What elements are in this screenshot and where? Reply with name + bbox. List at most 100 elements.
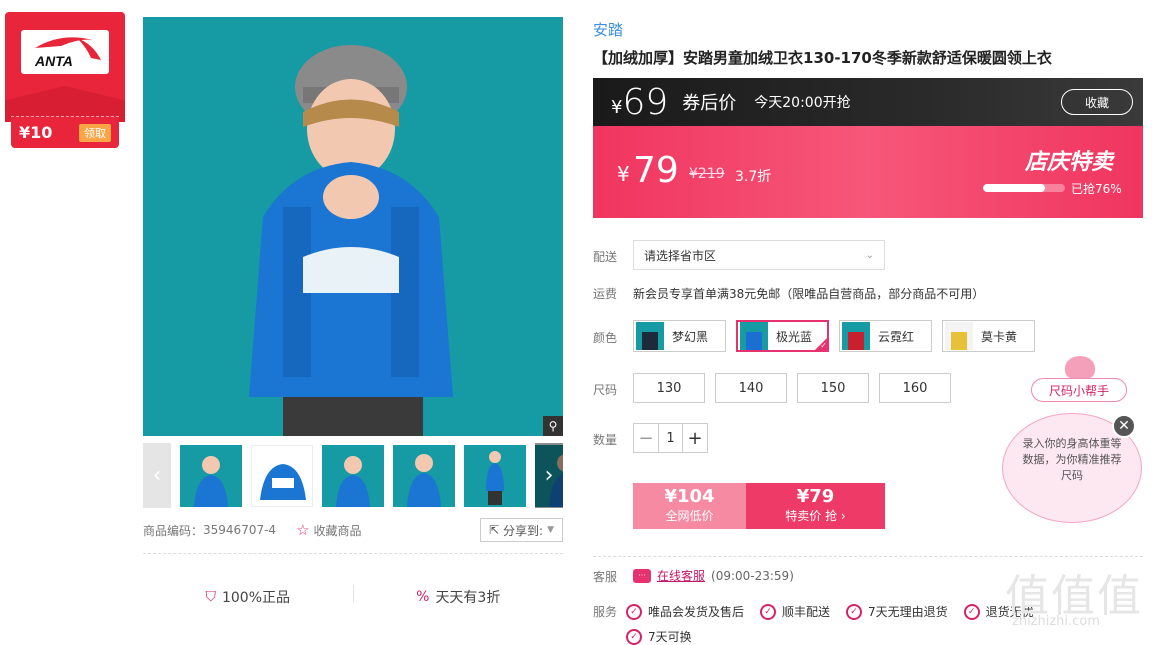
services-label: 服务 <box>593 605 618 619</box>
guarantee-bar: ⛉ 100%正品 % 天天有3折 <box>143 585 563 609</box>
delivery-label: 配送 <box>593 250 618 264</box>
coupon-price-label: 券后价 <box>682 93 737 114</box>
close-icon[interactable]: ✕ <box>1112 414 1136 438</box>
color-swatch <box>842 322 870 350</box>
color-name: 云霓红 <box>878 329 915 344</box>
coupon-price-banner: ¥ 69 券后价 今天20:00开抢 收藏 <box>593 78 1143 126</box>
service-item: ✓ 7天无理由退货 <box>846 603 948 620</box>
region-select[interactable]: 请选择省市区 ⌄ <box>633 240 885 270</box>
thumbnail-4[interactable] <box>393 444 455 507</box>
size-option-140[interactable]: 140 <box>715 373 787 403</box>
service-item-label: 7天无理由退货 <box>868 605 948 619</box>
color-name: 梦幻黑 <box>672 329 709 344</box>
size-helper-button[interactable]: 尺码小帮手 <box>1031 378 1127 402</box>
market-price-box: ¥104 全网低价 <box>633 483 746 529</box>
size-option-130[interactable]: 130 <box>633 373 705 403</box>
color-swatch <box>740 322 768 350</box>
brand-link[interactable]: 安踏 <box>593 19 623 40</box>
thumbnail-5[interactable] <box>464 444 526 507</box>
quantity-increase-button[interactable]: + <box>683 424 707 452</box>
share-icon: ⇱ <box>488 523 500 537</box>
service-label: 客服 <box>593 570 618 584</box>
sold-progress-fill <box>983 184 1046 192</box>
color-option-yellow[interactable]: 莫卡黄 <box>942 320 1035 352</box>
product-code: 35946707-4 <box>203 523 277 537</box>
check-circle-icon: ✓ <box>760 603 777 620</box>
watermark-url: zhizhizhi.com <box>1012 614 1100 629</box>
color-option-blue[interactable]: 极光蓝 ✓ <box>736 320 829 352</box>
coupon-bottom[interactable]: ¥10 领取 <box>11 116 119 148</box>
service-item-label: 唯品会发货及售后 <box>648 605 745 619</box>
customer-service: ··· 在线客服 (09:00-23:59) <box>633 567 794 584</box>
selected-check-icon: ✓ <box>814 337 828 351</box>
size-label: 尺码 <box>593 383 618 397</box>
sale-price-banner: ¥ 79 ¥219 3.7折 店庆特卖 已抢76% <box>593 126 1143 218</box>
main-product-image[interactable]: ⚲ <box>143 17 563 436</box>
favorite-label: 收藏商品 <box>313 523 362 538</box>
chevron-down-icon: ▼ <box>547 525 554 535</box>
thumbnail-strip: ‹ › <box>143 443 563 508</box>
thumb-next-button[interactable]: › <box>535 443 563 508</box>
thumbnail-2[interactable] <box>251 444 313 507</box>
shield-icon: ⛉ <box>205 589 216 605</box>
right-divider <box>593 556 1143 557</box>
buy-button-group: ¥104 全网低价 ¥79 特卖价 抢 › <box>633 483 885 529</box>
coupon-price: 69 <box>622 81 669 123</box>
product-title: 【加绒加厚】安踏男童加绒卫衣130-170冬季新款舒适保暖圆领上衣 <box>593 49 1052 67</box>
service-hours: (09:00-23:59) <box>711 568 794 583</box>
buy-now-label: 特卖价 抢 › <box>785 509 846 523</box>
buy-now-button[interactable]: ¥79 特卖价 抢 › <box>746 483 885 529</box>
anta-logo: ANTA <box>21 30 109 74</box>
color-option-black[interactable]: 梦幻黑 <box>633 320 726 352</box>
buy-sale-price: ¥79 <box>796 486 835 507</box>
mascot-icon <box>1065 356 1095 380</box>
coupon-amount: ¥10 <box>19 123 53 142</box>
sale-yen: ¥ <box>617 162 630 186</box>
event-title: 店庆特卖 <box>1024 150 1113 175</box>
product-meta-row: 商品编码： 35946707-4 ☆ 收藏商品 ⇱ 分享到: ▼ <box>143 518 563 542</box>
product-code-label: 商品编码： <box>143 523 204 538</box>
thumbnail-3[interactable] <box>322 444 384 507</box>
shop-coupon[interactable]: ANTA ¥10 领取 <box>5 12 125 148</box>
color-name: 极光蓝 <box>776 329 813 344</box>
color-label: 颜色 <box>593 331 618 345</box>
guarantee-discount-label: 天天有3折 <box>435 590 501 606</box>
online-service-link[interactable]: 在线客服 <box>657 567 705 584</box>
market-price: ¥104 <box>664 486 715 507</box>
quantity-decrease-button[interactable]: − <box>634 424 658 452</box>
check-circle-icon: ✓ <box>626 603 642 620</box>
color-option-red[interactable]: 云霓红 <box>839 320 932 352</box>
favorite-button[interactable]: ☆ 收藏商品 <box>296 521 361 539</box>
guarantee-authentic-label: 100%正品 <box>221 590 291 606</box>
star-icon: ☆ <box>296 521 310 539</box>
quantity-stepper: − 1 + <box>633 423 708 453</box>
color-name: 莫卡黄 <box>981 329 1018 344</box>
size-option-150[interactable]: 150 <box>797 373 869 403</box>
guarantee-authentic: ⛉ 100%正品 <box>143 585 353 609</box>
check-circle-icon: ✓ <box>963 603 980 620</box>
sale-start-time: 今天20:00开抢 <box>754 95 851 111</box>
thumb-prev-button[interactable]: ‹ <box>143 443 171 508</box>
logo-text: ANTA <box>34 53 73 69</box>
chevron-right-icon: › <box>544 463 554 488</box>
service-item-label: 7天可换 <box>648 630 692 644</box>
region-placeholder: 请选择省市区 <box>644 248 717 263</box>
zoom-icon[interactable]: ⚲ <box>543 416 563 436</box>
color-swatch <box>945 322 973 350</box>
guarantee-discount: % 天天有3折 <box>354 585 564 609</box>
collect-button[interactable]: 收藏 <box>1061 89 1133 115</box>
service-item: ✓ 顺丰配送 <box>760 603 830 620</box>
coupon-claim-button[interactable]: 领取 <box>79 123 111 142</box>
percent-icon: % <box>416 589 430 605</box>
market-price-label: 全网低价 <box>665 509 714 523</box>
color-options: 梦幻黑 极光蓝 ✓ 云霓红 莫卡黄 <box>633 320 1035 352</box>
check-circle-icon: ✓ <box>626 628 642 645</box>
thumbnail-1[interactable] <box>180 444 242 507</box>
quantity-value[interactable]: 1 <box>658 424 683 452</box>
check-circle-icon: ✓ <box>846 603 863 620</box>
chevron-left-icon: ‹ <box>152 463 162 488</box>
size-option-160[interactable]: 160 <box>879 373 951 403</box>
service-item-label: 顺丰配送 <box>782 605 831 619</box>
shipping-info: 新会员专享首单满38元免邮（限唯品自营商品，部分商品不可用） <box>633 287 985 301</box>
share-button[interactable]: ⇱ 分享到: ▼ <box>479 518 563 542</box>
